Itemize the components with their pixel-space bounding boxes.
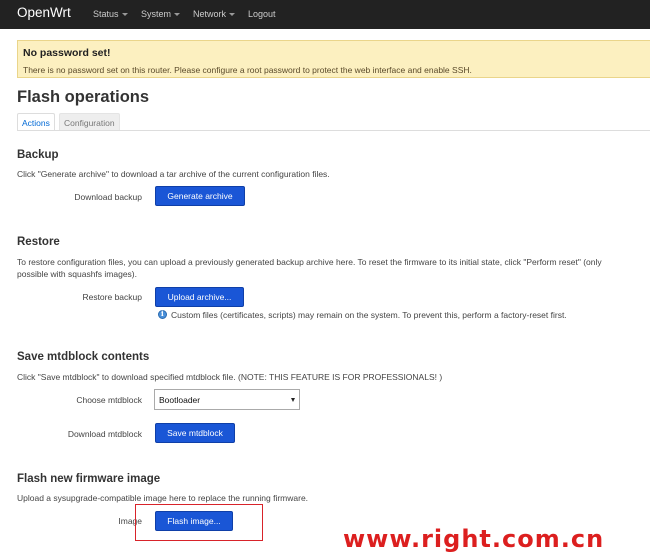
info-icon <box>158 309 167 319</box>
menu-network[interactable]: Network <box>193 9 236 19</box>
menu-status[interactable]: Status <box>93 9 128 19</box>
alert-title: No password set! <box>23 47 111 59</box>
mtdblock-title: Save mtdblock contents <box>17 351 150 363</box>
watermark: www.right.com.cn <box>343 525 605 553</box>
caret-down-icon <box>121 13 128 17</box>
tab-configuration[interactable]: Configuration <box>59 113 120 131</box>
caret-down-icon <box>174 13 181 17</box>
mtdblock-select[interactable]: Bootloader <box>154 389 300 410</box>
download-mtdblock-label: Download mtdblock <box>67 429 142 439</box>
upload-archive-button[interactable]: Upload archive... <box>155 287 244 307</box>
menu-network-label: Network <box>193 9 227 19</box>
top-navbar: OpenWrt Status System Network Logout <box>0 0 650 29</box>
restore-title: Restore <box>17 236 60 248</box>
backup-description: Click "Generate archive" to download a t… <box>17 169 330 179</box>
brand-logo[interactable]: OpenWrt <box>17 5 71 20</box>
choose-mtdblock-label: Choose mtdblock <box>76 395 142 405</box>
dropdown-arrow-icon <box>291 398 295 402</box>
alert-text: There is no password set on this router.… <box>23 65 472 75</box>
menu-system[interactable]: System <box>141 9 181 19</box>
tab-actions[interactable]: Actions <box>17 113 55 131</box>
no-password-alert: No password set! There is no password se… <box>17 40 650 78</box>
restore-backup-label: Restore backup <box>82 292 142 302</box>
tab-divider <box>17 130 650 131</box>
backup-title: Backup <box>17 149 59 161</box>
save-mtdblock-button[interactable]: Save mtdblock <box>155 423 235 443</box>
restore-note: Custom files (certificates, scripts) may… <box>171 310 567 320</box>
generate-archive-button[interactable]: Generate archive <box>155 186 245 206</box>
caret-down-icon <box>229 13 236 17</box>
page-title: Flash operations <box>17 88 150 106</box>
firmware-description: Upload a sysupgrade-compatible image her… <box>17 493 309 503</box>
firmware-title: Flash new firmware image <box>17 473 161 485</box>
mtdblock-description: Click "Save mtdblock" to download specif… <box>17 372 443 382</box>
menu-system-label: System <box>141 9 172 19</box>
restore-description-line1: To restore configuration files, you can … <box>17 257 602 267</box>
download-backup-label: Download backup <box>74 192 142 202</box>
restore-description-line2: possible with squashfs images). <box>17 269 138 279</box>
menu-status-label: Status <box>93 9 119 19</box>
menu-logout[interactable]: Logout <box>248 9 276 19</box>
image-label: Image <box>118 516 142 526</box>
mtdblock-selected-value: Bootloader <box>159 395 201 405</box>
red-highlight-box <box>135 504 263 541</box>
